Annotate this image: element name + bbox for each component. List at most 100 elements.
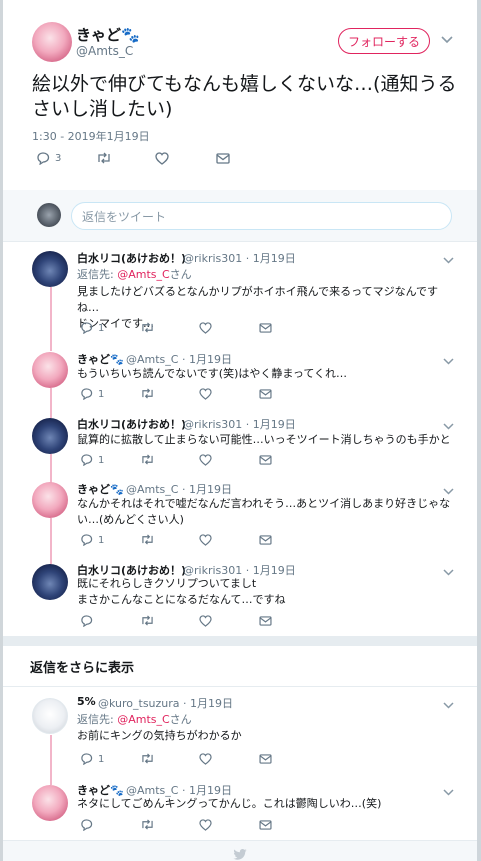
like-icon xyxy=(199,753,212,765)
thread-line xyxy=(50,287,52,351)
footer-bar xyxy=(3,840,477,861)
reply-to-label: 返信先: @Amts_Cさん xyxy=(77,713,192,726)
retweet-icon xyxy=(142,322,153,333)
reply-author-handle[interactable]: @kuro_tsuzura · 1月19日 xyxy=(98,695,233,711)
reply-icon xyxy=(81,388,93,400)
thread-line xyxy=(50,518,52,564)
avatar[interactable] xyxy=(32,698,68,734)
retweet-button[interactable] xyxy=(140,322,155,333)
reply-author-handle[interactable]: @rikris301 · 1月19日 xyxy=(183,416,296,432)
reply-author-name[interactable]: きゃど🐾 xyxy=(77,481,124,497)
reply-text: 鼠算的に拡散して止まらない可能性…いっそツイート消しちゃうのも手かと xyxy=(77,433,451,446)
dm-button[interactable] xyxy=(259,389,272,399)
reply-icon xyxy=(81,534,93,546)
dm-icon xyxy=(259,535,272,545)
avatar[interactable] xyxy=(32,352,68,388)
reply-author-handle[interactable]: @Amts_C · 1月19日 xyxy=(126,481,232,497)
dm-icon xyxy=(259,616,272,626)
bird-icon xyxy=(233,849,247,860)
dm-button[interactable] xyxy=(259,820,272,830)
like-button[interactable] xyxy=(199,322,212,334)
reply-composer: 返信をツイート xyxy=(3,190,477,242)
dm-icon xyxy=(259,323,272,333)
reply-author-name[interactable]: 白水リコ(あけおめ！) xyxy=(77,416,186,432)
reply-author-handle[interactable]: @rikris301 · 1月19日 xyxy=(183,250,296,266)
reply-icon xyxy=(81,819,93,831)
reply-author-name[interactable]: 白水リコ(あけおめ！) xyxy=(77,250,186,266)
thread-line xyxy=(50,735,52,785)
like-icon xyxy=(155,152,169,165)
avatar[interactable] xyxy=(32,785,68,821)
avatar[interactable] xyxy=(32,564,68,600)
retweet-icon xyxy=(142,753,153,764)
reply-text: なんかそれはそれで嘘だなんだ言われそう…あとツイ消しあまり好きじゃな い…(めんど… xyxy=(77,497,451,526)
dm-icon xyxy=(259,389,272,399)
reply-button[interactable]: 1 xyxy=(80,322,104,334)
reply-button[interactable]: 3 xyxy=(36,152,61,165)
reply-button[interactable] xyxy=(80,615,93,627)
reply-icon xyxy=(81,615,93,627)
dm-button[interactable] xyxy=(259,455,272,465)
like-button[interactable] xyxy=(199,534,212,546)
reply-button[interactable] xyxy=(80,819,93,831)
reply-icon xyxy=(81,454,93,466)
like-button[interactable] xyxy=(199,454,212,466)
reply-text: お前にキングの気持ちがわかるか xyxy=(77,729,242,742)
like-button[interactable] xyxy=(199,819,212,831)
dm-icon xyxy=(259,820,272,830)
reply-icon xyxy=(37,152,50,165)
reply-to-mention[interactable]: @Amts_C xyxy=(117,268,169,281)
chevron-down-icon[interactable] xyxy=(443,254,454,267)
retweet-button[interactable] xyxy=(96,152,112,164)
retweet-icon xyxy=(142,388,153,399)
avatar[interactable] xyxy=(32,251,68,287)
show-more-replies[interactable]: 返信をさらに表示 xyxy=(3,645,477,687)
dm-icon xyxy=(259,455,272,465)
reply-text: もういちいち読んでないです(笑)はやく静まってくれ… xyxy=(77,367,348,380)
like-button[interactable] xyxy=(199,753,212,765)
chevron-down-icon[interactable] xyxy=(443,699,454,712)
dm-button[interactable] xyxy=(259,535,272,545)
tweet-timestamp[interactable]: 1:30 - 2019年1月19日 xyxy=(32,128,150,144)
dm-button[interactable] xyxy=(216,153,230,164)
reply-icon xyxy=(81,753,93,765)
retweet-icon xyxy=(142,534,153,545)
avatar[interactable] xyxy=(32,22,72,62)
reply-author-name[interactable]: 5% xyxy=(77,695,96,708)
main-tweet: きゃど🐾 @Amts_C フォローする 絵以外で伸びてもなんも嬉しくないな…(通… xyxy=(3,0,477,190)
show-more-label[interactable]: 返信をさらに表示 xyxy=(30,657,134,676)
dm-button[interactable] xyxy=(259,323,272,333)
reply-to-mention[interactable]: @Amts_C xyxy=(117,713,169,726)
retweet-button[interactable] xyxy=(140,454,155,465)
retweet-button[interactable] xyxy=(140,615,155,626)
reply-text: 既にそれらしきクソリプついてましt まさかこんなことになるだなんて…ですね xyxy=(77,577,286,606)
reply-button[interactable]: 1 xyxy=(80,753,104,765)
reply-count: 1 xyxy=(98,534,105,546)
my-avatar xyxy=(37,203,61,227)
retweet-icon xyxy=(142,454,153,465)
reply-button[interactable]: 1 xyxy=(80,388,104,400)
retweet-button[interactable] xyxy=(140,819,155,830)
retweet-icon xyxy=(142,819,153,830)
retweet-button[interactable] xyxy=(140,388,155,399)
retweet-button[interactable] xyxy=(140,534,155,545)
reply-author-name[interactable]: きゃど🐾 xyxy=(77,351,124,367)
dm-button[interactable] xyxy=(259,754,272,764)
retweet-button[interactable] xyxy=(140,753,155,764)
like-button[interactable] xyxy=(199,615,212,627)
reply-button[interactable]: 1 xyxy=(80,454,104,466)
avatar[interactable] xyxy=(32,482,68,518)
reply-author-handle[interactable]: @Amts_C · 1月19日 xyxy=(126,351,232,367)
like-button[interactable] xyxy=(155,152,169,165)
reply-button[interactable]: 1 xyxy=(80,534,104,546)
avatar[interactable] xyxy=(32,418,68,454)
chevron-down-icon[interactable] xyxy=(441,34,453,47)
reply-input[interactable]: 返信をツイート xyxy=(71,202,452,230)
scrollbar[interactable] xyxy=(477,0,481,861)
author-handle[interactable]: @Amts_C xyxy=(76,44,133,58)
thread-line xyxy=(50,388,52,418)
dm-button[interactable] xyxy=(259,616,272,626)
follow-button[interactable]: フォローする xyxy=(338,28,430,54)
like-button[interactable] xyxy=(199,388,212,400)
author-name[interactable]: きゃど🐾 xyxy=(76,24,140,45)
